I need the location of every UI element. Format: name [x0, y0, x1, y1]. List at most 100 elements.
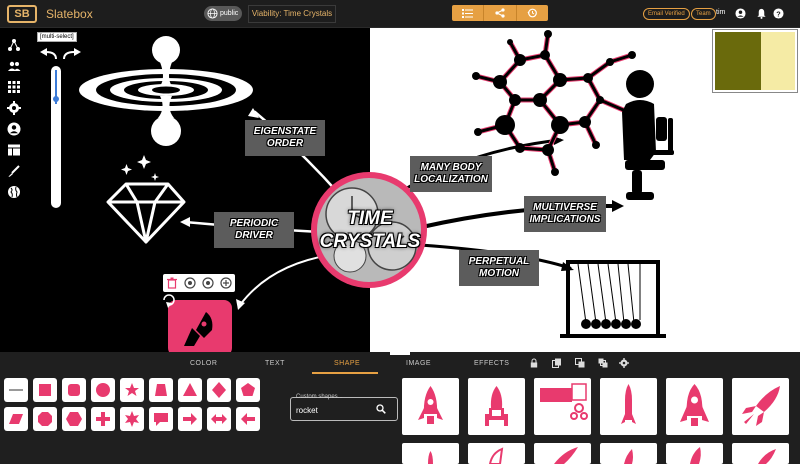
help-icon[interactable]: ?: [773, 8, 784, 19]
rocket-shape-result[interactable]: [600, 378, 657, 435]
center-button-group: [452, 5, 548, 21]
shape-circle[interactable]: [91, 378, 115, 402]
rocket-shape-result[interactable]: [732, 443, 789, 464]
rocket-shape-result[interactable]: [534, 378, 591, 435]
tab-text[interactable]: TEXT: [265, 360, 285, 367]
lock-icon[interactable]: [529, 358, 539, 368]
rocket-shape-result[interactable]: [402, 378, 459, 435]
app-logo[interactable]: SB: [7, 5, 37, 23]
outline-button[interactable]: [452, 5, 485, 21]
account-icon[interactable]: [735, 8, 746, 19]
shape-line[interactable]: [4, 378, 28, 402]
undo-icon[interactable]: [40, 48, 57, 60]
rocket-shape-result[interactable]: [600, 443, 657, 464]
panel-resize-handle[interactable]: [390, 352, 410, 355]
redo-icon[interactable]: [63, 48, 81, 60]
tab-color[interactable]: COLOR: [190, 360, 217, 367]
board-title[interactable]: Viability: Time Crystals: [248, 5, 336, 23]
rocket-shape-result[interactable]: [666, 443, 723, 464]
node-eigenstate-order[interactable]: EIGENSTATE ORDER: [245, 120, 325, 156]
shape-star[interactable]: [120, 378, 144, 402]
circle-shape-icon: [96, 383, 110, 397]
shape-triangle[interactable]: [178, 378, 202, 402]
shape-trapezoid[interactable]: [149, 378, 173, 402]
rocket-node[interactable]: [168, 300, 232, 352]
node-multiverse-implications[interactable]: MULTIVERSE IMPLICATIONS: [524, 196, 606, 232]
trapezoid-shape-icon: [155, 384, 167, 396]
mindmap-canvas[interactable]: [0, 28, 800, 352]
speech-bubble-shape-icon: [154, 413, 168, 426]
settings-gear-icon[interactable]: [184, 277, 196, 289]
diamond-shape-icon: [212, 382, 226, 398]
shape-burst[interactable]: [120, 407, 144, 431]
rocket-shape-result[interactable]: [666, 378, 723, 435]
delete-icon[interactable]: [166, 277, 178, 289]
username[interactable]: tim: [716, 9, 725, 16]
rocket-shape-result[interactable]: [534, 443, 591, 464]
share-button[interactable]: [484, 5, 517, 21]
node-many-body-localization[interactable]: MANY BODY LOCALIZATION: [410, 156, 492, 192]
zoom-slider-handle[interactable]: [53, 96, 59, 102]
shape-arrow-right[interactable]: [178, 407, 202, 431]
email-verified-badge[interactable]: Email Verified: [643, 8, 690, 20]
app-name[interactable]: Slatebox: [46, 7, 93, 21]
settings-gear-icon[interactable]: [619, 358, 629, 368]
shape-rounded-square[interactable]: [62, 378, 86, 402]
node-periodic-driver[interactable]: PERIODIC DRIVER: [214, 212, 294, 248]
plus-shape-icon: [96, 412, 110, 426]
team-button[interactable]: Team: [691, 8, 716, 20]
newtons-cradle-image[interactable]: [560, 260, 666, 338]
rocket-icon: [485, 386, 508, 426]
diamond-image[interactable]: [106, 155, 186, 244]
node-perpetual-motion[interactable]: PERPETUAL MOTION: [459, 250, 539, 286]
layers-icon[interactable]: [598, 358, 608, 368]
shape-arrow-left[interactable]: [236, 407, 260, 431]
copy-icon[interactable]: [552, 358, 562, 368]
shape-octagon[interactable]: [33, 407, 57, 431]
rocket-shape-result[interactable]: [402, 443, 459, 464]
tab-shape[interactable]: SHAPE: [334, 360, 360, 367]
hexagon-shape-icon: [66, 412, 82, 426]
active-tab-indicator: [312, 372, 378, 374]
notifications-bell-icon[interactable]: [756, 8, 767, 19]
arrow-right-shape-icon: [183, 413, 197, 425]
shape-pentagon[interactable]: [236, 378, 260, 402]
center-node-label: TIME CRYSTALS: [319, 208, 421, 252]
shape-plus[interactable]: [91, 407, 115, 431]
undo-redo-controls: [40, 48, 81, 60]
line-shape-icon: [9, 389, 23, 391]
rocket-icon: [488, 447, 504, 464]
custom-shapes-label: Custom shapes...: [296, 394, 343, 400]
burst-shape-icon: [125, 411, 139, 427]
shape-speech-bubble[interactable]: [149, 407, 173, 431]
star-shape-icon: [125, 383, 139, 396]
rocket-shape-result[interactable]: [468, 443, 525, 464]
rocket-icon: [621, 384, 636, 424]
shape-parallelogram[interactable]: [4, 407, 28, 431]
rocket-shape-result[interactable]: [468, 378, 525, 435]
ripple-droplet-image[interactable]: [79, 36, 253, 146]
custom-shapes-search-input[interactable]: [296, 404, 370, 416]
history-button[interactable]: [517, 5, 548, 21]
molecule-image[interactable]: [472, 30, 636, 176]
duplicate-icon[interactable]: [575, 358, 585, 368]
minimap[interactable]: [712, 29, 798, 93]
top-bar: SB Slatebox public Viability: Time Cryst…: [0, 0, 800, 28]
visibility-badge[interactable]: public: [204, 6, 242, 21]
shape-square[interactable]: [33, 378, 57, 402]
shape-hexagon[interactable]: [62, 407, 86, 431]
tab-image[interactable]: IMAGE: [406, 360, 431, 367]
shape-double-arrow[interactable]: [207, 407, 231, 431]
rocket-icon: [540, 383, 588, 420]
seated-figure-image[interactable]: [622, 70, 674, 200]
tab-effects[interactable]: EFFECTS: [474, 360, 509, 367]
rocket-icon: [680, 384, 709, 426]
octagon-shape-icon: [38, 412, 52, 426]
style-gear-icon[interactable]: [202, 277, 214, 289]
search-icon[interactable]: [376, 404, 386, 414]
multiselect-label[interactable]: [multi-select]: [37, 32, 77, 42]
shape-diamond[interactable]: [207, 378, 231, 402]
rocket-icon: [428, 451, 433, 464]
add-connection-icon[interactable]: [220, 277, 232, 289]
rocket-shape-result[interactable]: [732, 378, 789, 435]
